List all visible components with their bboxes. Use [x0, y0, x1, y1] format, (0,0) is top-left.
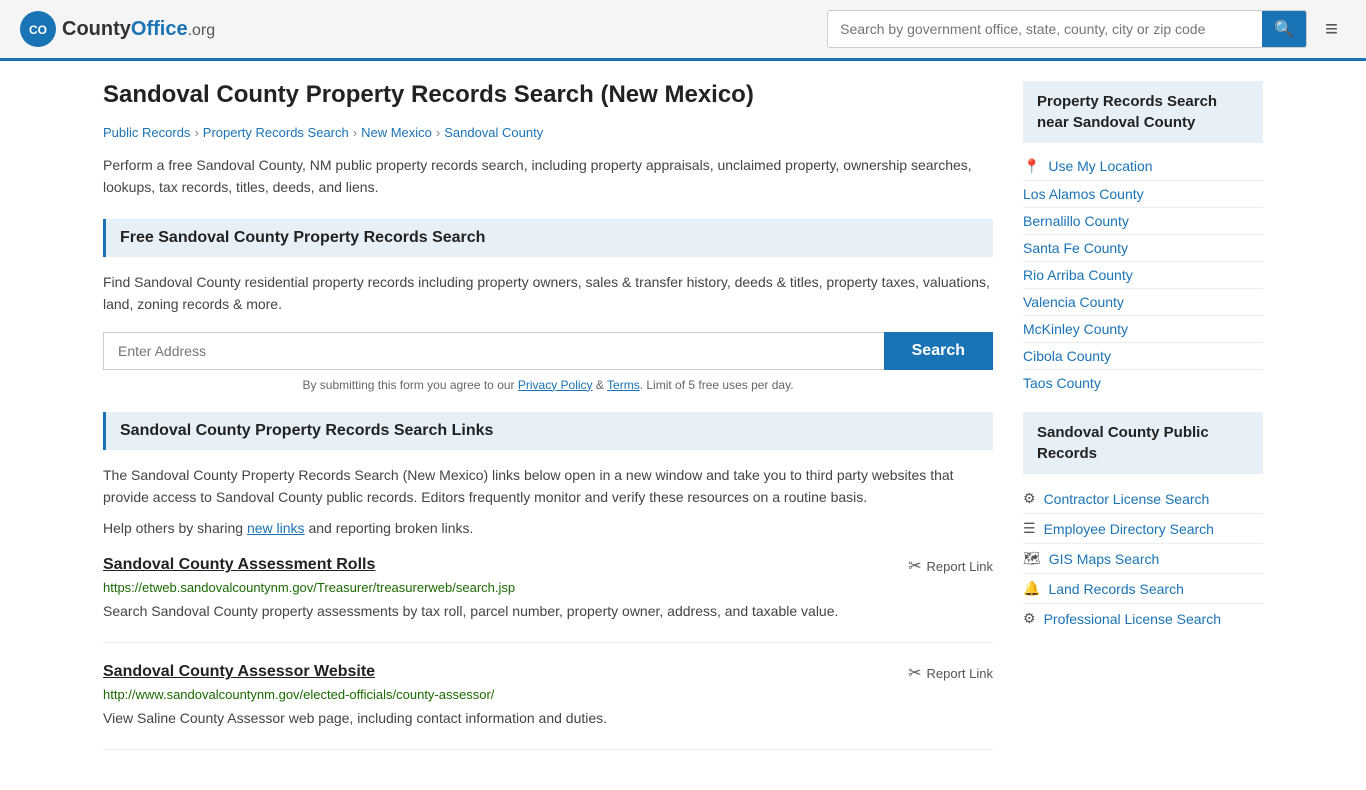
- contractor-icon: ⚙: [1023, 490, 1036, 507]
- report-icon-1: ✂: [908, 556, 921, 576]
- nearby-counties-list: 📍 Use My Location Los Alamos County Bern…: [1023, 153, 1263, 396]
- nearby-county-link-6[interactable]: Cibola County: [1023, 348, 1111, 364]
- use-my-location-item[interactable]: 📍 Use My Location: [1023, 153, 1263, 181]
- nearby-county-5[interactable]: McKinley County: [1023, 316, 1263, 343]
- record-url-2[interactable]: http://www.sandovalcountynm.gov/elected-…: [103, 687, 993, 702]
- employee-directory-link[interactable]: Employee Directory Search: [1044, 521, 1214, 537]
- nearby-county-7[interactable]: Taos County: [1023, 370, 1263, 396]
- terms-link[interactable]: Terms: [607, 378, 640, 392]
- professional-license-link[interactable]: Professional License Search: [1044, 611, 1221, 627]
- global-search-button[interactable]: 🔍: [1262, 11, 1306, 47]
- gis-maps-icon: 🗺: [1023, 550, 1041, 567]
- nearby-county-link-7[interactable]: Taos County: [1023, 375, 1101, 391]
- page-container: Sandoval County Property Records Search …: [83, 61, 1283, 790]
- nearby-county-4[interactable]: Valencia County: [1023, 289, 1263, 316]
- main-content: Sandoval County Property Records Search …: [103, 81, 993, 770]
- record-link-block-1: Sandoval County Assessment Rolls ✂ Repor…: [103, 556, 993, 643]
- menu-button[interactable]: ≡: [1317, 12, 1346, 46]
- logo-icon: CO: [20, 11, 56, 47]
- form-note: By submitting this form you agree to our…: [103, 378, 993, 392]
- public-link-1[interactable]: ☰ Employee Directory Search: [1023, 514, 1263, 544]
- links-desc: The Sandoval County Property Records Sea…: [103, 464, 993, 509]
- breadcrumb-new-mexico[interactable]: New Mexico: [361, 125, 432, 140]
- nearby-county-link-0[interactable]: Los Alamos County: [1023, 186, 1144, 202]
- nearby-county-link-3[interactable]: Rio Arriba County: [1023, 267, 1133, 283]
- nearby-county-link-2[interactable]: Santa Fe County: [1023, 240, 1128, 256]
- address-search-row: Search: [103, 332, 993, 370]
- record-desc-2: View Saline County Assessor web page, in…: [103, 708, 993, 729]
- page-title: Sandoval County Property Records Search …: [103, 81, 993, 109]
- free-search-header: Free Sandoval County Property Records Se…: [103, 219, 993, 257]
- share-links: Help others by sharing new links and rep…: [103, 520, 993, 536]
- record-link-title-1[interactable]: Sandoval County Assessment Rolls: [103, 556, 375, 574]
- nearby-county-link-4[interactable]: Valencia County: [1023, 294, 1124, 310]
- land-records-icon: 🔔: [1023, 580, 1040, 597]
- public-link-3[interactable]: 🔔 Land Records Search: [1023, 574, 1263, 604]
- sidebar: Property Records Search near Sandoval Co…: [1023, 81, 1263, 770]
- record-link-title-row-2: Sandoval County Assessor Website ✂ Repor…: [103, 663, 993, 683]
- intro-text: Perform a free Sandoval County, NM publi…: [103, 154, 993, 199]
- address-input[interactable]: [103, 332, 884, 370]
- logo[interactable]: CO CountyOffice.org: [20, 11, 215, 47]
- employee-icon: ☰: [1023, 520, 1036, 537]
- report-label-1: Report Link: [927, 559, 993, 574]
- land-records-link[interactable]: Land Records Search: [1048, 581, 1183, 597]
- nearby-county-6[interactable]: Cibola County: [1023, 343, 1263, 370]
- breadcrumb-sep-2: ›: [353, 125, 357, 140]
- nearby-county-link-5[interactable]: McKinley County: [1023, 321, 1128, 337]
- nearby-title: Property Records Search near Sandoval Co…: [1037, 91, 1249, 133]
- nearby-county-link-1[interactable]: Bernalillo County: [1023, 213, 1129, 229]
- site-header: CO CountyOffice.org 🔍 ≡: [0, 0, 1366, 61]
- breadcrumb-public-records[interactable]: Public Records: [103, 125, 190, 140]
- global-search-input[interactable]: [828, 13, 1262, 45]
- nearby-county-0[interactable]: Los Alamos County: [1023, 181, 1263, 208]
- breadcrumb-sandoval-county[interactable]: Sandoval County: [444, 125, 543, 140]
- location-icon: 📍: [1023, 158, 1040, 174]
- search-icon: 🔍: [1274, 21, 1294, 38]
- report-link-btn-2[interactable]: ✂ Report Link: [908, 663, 993, 683]
- breadcrumb-sep-1: ›: [194, 125, 198, 140]
- record-link-block-2: Sandoval County Assessor Website ✂ Repor…: [103, 663, 993, 750]
- use-my-location-link[interactable]: Use My Location: [1048, 158, 1152, 174]
- report-link-btn-1[interactable]: ✂ Report Link: [908, 556, 993, 576]
- global-search-bar[interactable]: 🔍: [827, 10, 1307, 48]
- logo-text: CountyOffice.org: [62, 18, 215, 41]
- breadcrumb: Public Records › Property Records Search…: [103, 125, 993, 140]
- report-label-2: Report Link: [927, 666, 993, 681]
- contractor-license-link[interactable]: Contractor License Search: [1044, 491, 1210, 507]
- nearby-county-1[interactable]: Bernalillo County: [1023, 208, 1263, 235]
- public-records-list: ⚙ Contractor License Search ☰ Employee D…: [1023, 484, 1263, 633]
- public-link-2[interactable]: 🗺 GIS Maps Search: [1023, 544, 1263, 574]
- address-search-button[interactable]: Search: [884, 332, 993, 370]
- gis-maps-link[interactable]: GIS Maps Search: [1049, 551, 1160, 567]
- public-link-0[interactable]: ⚙ Contractor License Search: [1023, 484, 1263, 514]
- svg-text:CO: CO: [29, 23, 47, 37]
- report-icon-2: ✂: [908, 663, 921, 683]
- nearby-county-3[interactable]: Rio Arriba County: [1023, 262, 1263, 289]
- public-title: Sandoval County Public Records: [1037, 422, 1249, 464]
- nearby-section-header: Property Records Search near Sandoval Co…: [1023, 81, 1263, 143]
- record-link-title-row-1: Sandoval County Assessment Rolls ✂ Repor…: [103, 556, 993, 576]
- nearby-county-2[interactable]: Santa Fe County: [1023, 235, 1263, 262]
- privacy-policy-link[interactable]: Privacy Policy: [518, 378, 593, 392]
- links-section-header: Sandoval County Property Records Search …: [103, 412, 993, 450]
- public-link-4[interactable]: ⚙ Professional License Search: [1023, 604, 1263, 633]
- public-section-header: Sandoval County Public Records: [1023, 412, 1263, 474]
- record-link-title-2[interactable]: Sandoval County Assessor Website: [103, 663, 375, 681]
- breadcrumb-sep-3: ›: [436, 125, 440, 140]
- record-desc-1: Search Sandoval County property assessme…: [103, 601, 993, 622]
- breadcrumb-property-records-search[interactable]: Property Records Search: [203, 125, 349, 140]
- new-links-link[interactable]: new links: [247, 520, 305, 536]
- professional-license-icon: ⚙: [1023, 610, 1036, 627]
- free-search-desc: Find Sandoval County residential propert…: [103, 271, 993, 316]
- header-right: 🔍 ≡: [827, 10, 1346, 48]
- record-url-1[interactable]: https://etweb.sandovalcountynm.gov/Treas…: [103, 580, 993, 595]
